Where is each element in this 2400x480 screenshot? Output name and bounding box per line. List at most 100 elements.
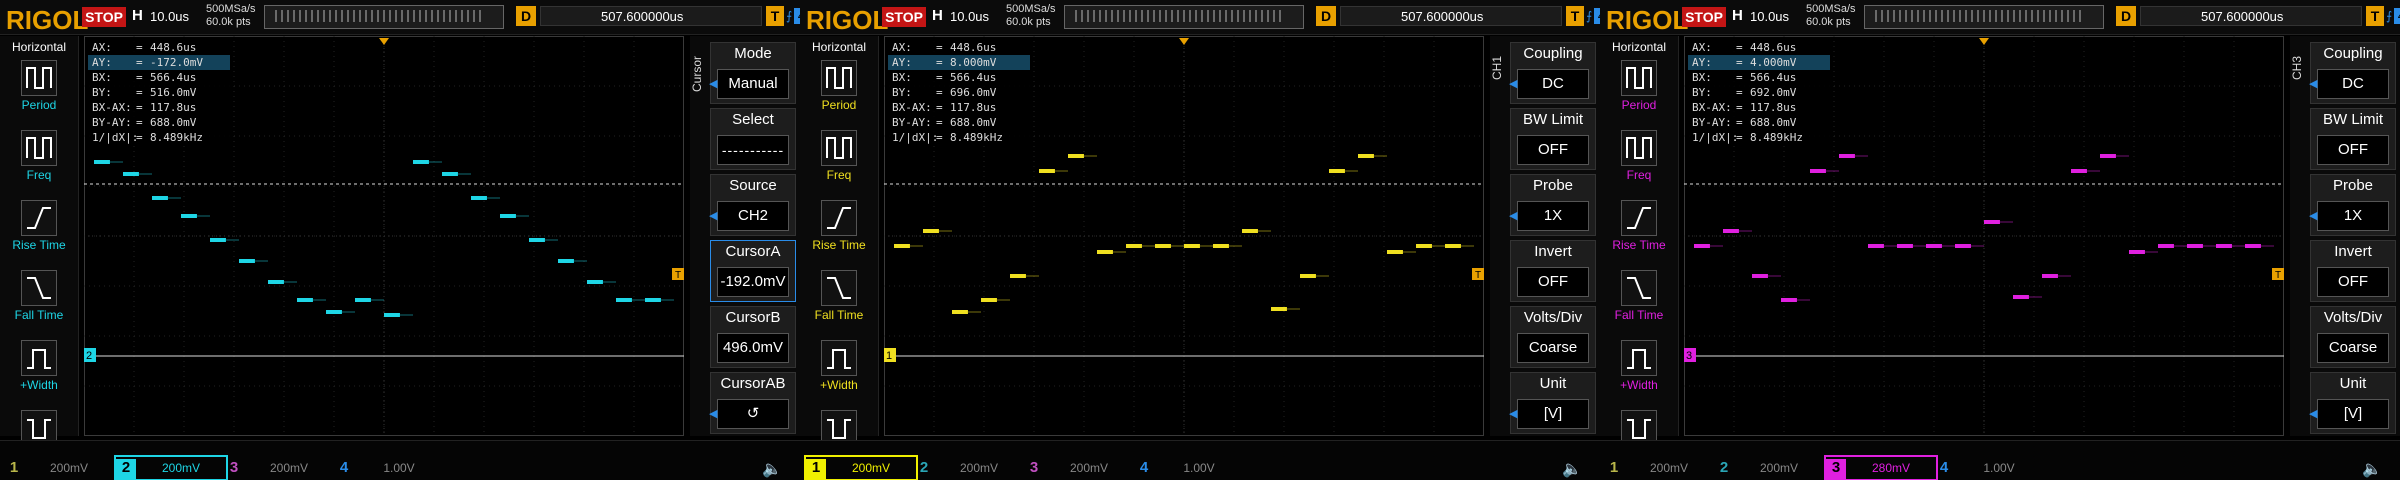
channel-1-chip[interactable]: 1 200mV	[4, 457, 114, 479]
cursor-lines[interactable]	[84, 183, 684, 357]
trigger-level-marker[interactable]: T	[2272, 268, 2284, 281]
softkey-probe[interactable]: Probe 1X ◀	[2309, 174, 2396, 236]
cursor-lines[interactable]	[884, 183, 1484, 357]
softkey-unit[interactable]: Unit [V] ◀	[2309, 372, 2396, 434]
measure-fall-time-button[interactable]: Fall Time	[0, 270, 78, 334]
rise-time-icon	[21, 200, 57, 236]
measure-rise-time-button[interactable]: Rise Time	[800, 200, 878, 264]
channel-offset-marker[interactable]: 1	[882, 348, 896, 362]
channel-3-chip[interactable]: 3 200mV	[224, 457, 334, 479]
timebase-value[interactable]: 10.0us	[150, 9, 189, 24]
speaker-icon[interactable]: 🔈	[762, 459, 782, 478]
trigger-info[interactable]: ⨍4620mV	[2386, 8, 2400, 24]
right-softkey-menu: CH3 Coupling DC ◀ BW Limit OFF Probe 1X ◀ Invert…	[2290, 36, 2400, 436]
trigger-position-marker[interactable]	[1179, 38, 1189, 45]
measure-button-label: Fall Time	[14, 308, 64, 322]
channel-1-chip[interactable]: 1 200mV	[1604, 457, 1714, 479]
readout-equals: =	[936, 101, 943, 114]
run-stop-button[interactable]: STOP	[82, 7, 126, 27]
channel-4-chip[interactable]: 4 1.00V	[334, 457, 444, 479]
measure-period-button[interactable]: Period	[0, 60, 78, 124]
timebase-value[interactable]: 10.0us	[950, 9, 989, 24]
softkey-probe[interactable]: Probe 1X ◀	[1509, 174, 1596, 236]
channel-4-chip[interactable]: 4 1.00V	[1934, 457, 2044, 479]
delay-value[interactable]: 507.600000us	[1340, 6, 1562, 26]
memory-overview-bar[interactable]	[1064, 5, 1304, 29]
fall-time-icon	[821, 270, 857, 306]
readout-row: AY: = -172.0mV	[88, 55, 230, 70]
softkey-value: 1X	[2317, 201, 2389, 231]
measure-rise-time-button[interactable]: Rise Time	[0, 200, 78, 264]
measure-period-button[interactable]: Period	[1600, 60, 1678, 124]
measure-width-button[interactable]: +Width	[1600, 340, 1678, 404]
waveform-display[interactable]: 2T AX: = 448.6us AY: = -172.0mV BX: = 566.4us BY:…	[82, 36, 684, 436]
channel-1-chip[interactable]: 1 200mV	[804, 455, 918, 480]
measure-fall-time-button[interactable]: Fall Time	[1600, 270, 1678, 334]
channel-2-chip[interactable]: 2 200mV	[114, 455, 228, 480]
rise-time-icon	[821, 200, 857, 236]
softkey-volts-div[interactable]: Volts/Div Coarse	[1510, 306, 1596, 368]
channel-2-chip[interactable]: 2 200mV	[1714, 457, 1824, 479]
cursor-lines[interactable]	[1684, 183, 2284, 357]
softkey-bw-limit[interactable]: BW Limit OFF	[2310, 108, 2396, 170]
horizontal-label: H	[1732, 7, 1743, 24]
softkey-cursora[interactable]: CursorA -192.0mV	[710, 240, 796, 302]
speaker-icon[interactable]: 🔈	[2362, 459, 2382, 478]
trigger-info[interactable]: ⨍4620mV	[786, 8, 800, 24]
memory-overview-bar[interactable]	[1864, 5, 2104, 29]
softkey-value: OFF	[2317, 135, 2389, 165]
softkey-bw-limit[interactable]: BW Limit OFF	[1510, 108, 1596, 170]
run-stop-button[interactable]: STOP	[882, 7, 926, 27]
readout-value: 566.4us	[1750, 71, 1797, 84]
softkey-coupling[interactable]: Coupling DC ◀	[2309, 42, 2396, 104]
softkey-select[interactable]: Select -----------	[710, 108, 796, 170]
menu-title: Horizontal	[1611, 40, 1667, 54]
softkey-mode[interactable]: Mode Manual ◀	[709, 42, 796, 104]
sample-rate: 500MSa/s	[206, 3, 256, 15]
softkey-cursorab[interactable]: CursorAB ↺ ◀	[709, 372, 796, 434]
softkey-coupling[interactable]: Coupling DC ◀	[1509, 42, 1596, 104]
readout-value: 688.0mV	[1750, 116, 1797, 129]
softkey-invert[interactable]: Invert OFF	[1510, 240, 1596, 302]
softkey-invert[interactable]: Invert OFF	[2310, 240, 2396, 302]
run-stop-button[interactable]: STOP	[1682, 7, 1726, 27]
measure-fall-time-button[interactable]: Fall Time	[800, 270, 878, 334]
channel-2-chip[interactable]: 2 200mV	[914, 457, 1024, 479]
measure-width-button[interactable]: +Width	[800, 340, 878, 404]
trigger-position-marker[interactable]	[1979, 38, 1989, 45]
measure-period-button[interactable]: Period	[800, 60, 878, 124]
horizontal-label: H	[932, 7, 943, 24]
measure-freq-button[interactable]: Freq	[800, 130, 878, 194]
softkey-cursorb[interactable]: CursorB 496.0mV	[710, 306, 796, 368]
brand-logo: RIGOL	[1606, 5, 1689, 35]
readout-equals: =	[136, 116, 143, 129]
measure-rise-time-button[interactable]: Rise Time	[1600, 200, 1678, 264]
speaker-icon[interactable]: 🔈	[1562, 459, 1582, 478]
timebase-value[interactable]: 10.0us	[1750, 9, 1789, 24]
channel-number: 2	[1719, 459, 1729, 476]
channel-3-chip[interactable]: 3 280mV	[1824, 455, 1938, 480]
trigger-level-marker[interactable]: T	[1472, 268, 1484, 281]
trigger-info[interactable]: ⨍4620mV	[1586, 8, 1600, 24]
delay-value[interactable]: 507.600000us	[2140, 6, 2362, 26]
acquisition-info: 500MSa/s 60.0k pts	[1806, 3, 1856, 29]
softkey-unit[interactable]: Unit [V] ◀	[1509, 372, 1596, 434]
channel-4-chip[interactable]: 4 1.00V	[1134, 457, 1244, 479]
channel-offset-marker[interactable]: 2	[82, 348, 96, 362]
waveform-display[interactable]: 1 T AX: = 448.6us AY: = 8.000mV BX: = 566.4us BY: =…	[882, 36, 1484, 436]
measure-freq-button[interactable]: Freq	[1600, 130, 1678, 194]
readout-equals: =	[1736, 116, 1743, 129]
trigger-position-marker[interactable]	[379, 38, 389, 45]
channel-offset-marker[interactable]: 3	[1682, 348, 1696, 362]
softkey-volts-div[interactable]: Volts/Div Coarse	[2310, 306, 2396, 368]
delay-value[interactable]: 507.600000us	[540, 6, 762, 26]
softkey-source[interactable]: Source CH2 ◀	[709, 174, 796, 236]
readout-equals: =	[136, 56, 143, 69]
measure-freq-button[interactable]: Freq	[0, 130, 78, 194]
channel-3-chip[interactable]: 3 200mV	[1024, 457, 1134, 479]
memory-overview-bar[interactable]	[264, 5, 504, 29]
waveform-display[interactable]: 3 T AX: = 448.6us AY: = 4.000mV BX: = 566.4us BY: =…	[1682, 36, 2284, 436]
select-arrow-icon: ◀	[1509, 210, 1518, 222]
trigger-level-marker[interactable]: T	[672, 268, 684, 281]
measure-width-button[interactable]: +Width	[0, 340, 78, 404]
